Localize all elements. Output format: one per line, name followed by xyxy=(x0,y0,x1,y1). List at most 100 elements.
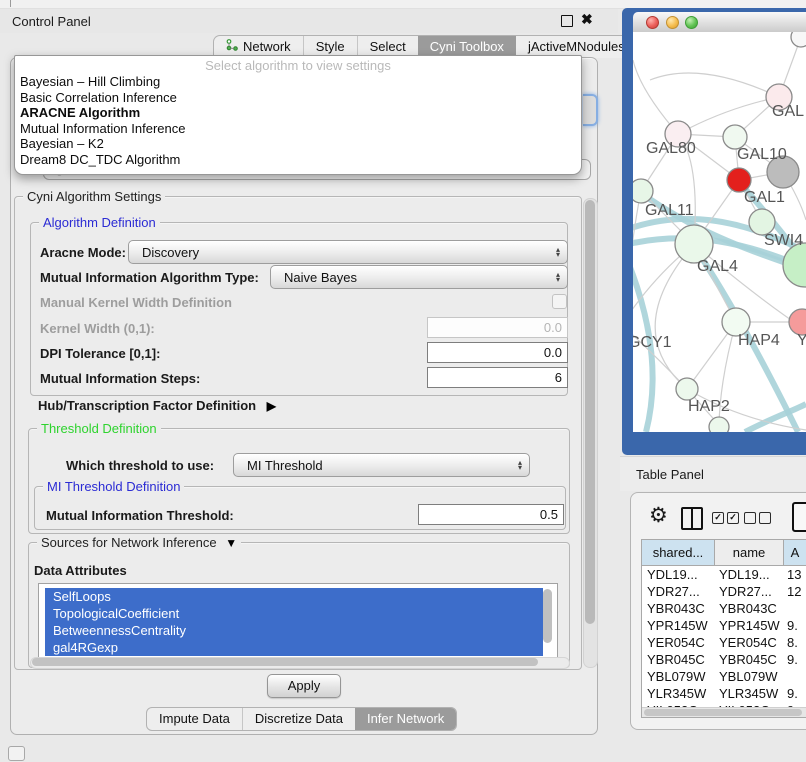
node-label-gal80: GAL80 xyxy=(646,140,696,157)
table-cell: YDR27... xyxy=(642,583,714,600)
dpi-tolerance-label: DPI Tolerance [0,1]: xyxy=(40,346,160,361)
network-node[interactable] xyxy=(791,32,806,47)
algorithm-option-dream8-dc-tdc-algorithm[interactable]: Dream8 DC_TDC Algorithm xyxy=(15,152,581,168)
bottom-tab-impute-data-label: Impute Data xyxy=(159,708,230,730)
unchecked-box-icon xyxy=(744,512,756,524)
table-row[interactable]: YDL19...YDL19...13 xyxy=(642,566,806,583)
sources-title[interactable]: Sources for Network Inference ▼ xyxy=(37,535,241,550)
float-window-icon[interactable] xyxy=(561,15,573,27)
bottom-tab-discretize-data[interactable]: Discretize Data xyxy=(242,708,355,730)
which-threshold-label: Which threshold to use: xyxy=(66,458,214,473)
bottom-tab-impute-data[interactable]: Impute Data xyxy=(147,708,242,730)
table-row[interactable]: YBL079WYBL079W xyxy=(642,668,806,685)
kernel-width-label: Kernel Width (0,1): xyxy=(40,321,155,336)
which-threshold-value: MI Threshold xyxy=(234,458,323,473)
attribute-item-gal4rgexp[interactable]: gal4RGexp xyxy=(45,639,543,656)
network-node-gal11[interactable] xyxy=(633,179,653,203)
node-label-swi4: SWI4 xyxy=(764,232,803,249)
sources-title-text: Sources for Network Inference xyxy=(41,535,217,550)
settings-hscroll-thumb[interactable] xyxy=(32,658,538,666)
network-edge[interactable] xyxy=(650,73,779,97)
table-row[interactable]: YER054CYER054C8. xyxy=(642,634,806,651)
unchecked-box-icon xyxy=(759,512,771,524)
bottom-tab-infer-network-label: Infer Network xyxy=(367,708,444,730)
minimize-traffic-icon[interactable] xyxy=(666,16,679,29)
algorithm-option-bayesian-k2[interactable]: Bayesian – K2 xyxy=(15,136,581,152)
apply-button[interactable]: Apply xyxy=(267,674,341,698)
mi-steps-input[interactable]: 6 xyxy=(427,367,568,388)
network-graph: GALGAL80GAL10GAL1GAL11SWI4GAL4HAP4YGCY1H… xyxy=(633,32,806,432)
algorithm-option-aracne-algorithm[interactable]: ARACNE Algorithm xyxy=(15,105,581,121)
combo-stepper-icon: ▴▾ xyxy=(556,272,567,283)
manual-kernel-checkbox[interactable] xyxy=(552,294,567,309)
select-all-columns-icon[interactable]: ✓ ✓ xyxy=(712,512,739,524)
hub-definition-label[interactable]: Hub/Transcription Factor Definition ▶ xyxy=(38,398,276,413)
table-cell: YBR045C xyxy=(642,651,714,668)
which-threshold-combo[interactable]: MI Threshold ▴▾ xyxy=(233,453,530,477)
network-edges-thick xyxy=(633,182,806,432)
aracne-mode-value: Discovery xyxy=(129,245,199,260)
zoom-traffic-icon[interactable] xyxy=(685,16,698,29)
table-row[interactable]: YBR045CYBR045C9. xyxy=(642,651,806,668)
network-window-titlebar[interactable] xyxy=(633,12,806,33)
table-header-row: shared...nameA xyxy=(642,540,806,566)
table-row[interactable]: YBR043CYBR043C xyxy=(642,600,806,617)
attribute-item-selfloops[interactable]: SelfLoops xyxy=(45,588,543,605)
column-header-name[interactable]: name xyxy=(715,540,784,565)
table-row[interactable]: YDR27...YDR27...12 xyxy=(642,583,806,600)
table-cell: YPR145W xyxy=(642,617,714,634)
settings-scrollbar-thumb[interactable] xyxy=(585,200,595,624)
algorithm-option-basic-correlation-inference[interactable]: Basic Correlation Inference xyxy=(15,90,581,106)
aracne-mode-combo[interactable]: Discovery ▴▾ xyxy=(128,240,568,264)
table-row[interactable]: YPR145WYPR145W9. xyxy=(642,617,806,634)
kernel-width-input[interactable]: 0.0 xyxy=(427,317,568,338)
close-icon[interactable]: ✖ xyxy=(581,11,593,27)
network-node-hap2[interactable] xyxy=(676,378,698,400)
table-hscroll-thumb[interactable] xyxy=(644,709,802,716)
algorithm-combo-focus-fragment[interactable] xyxy=(583,94,598,126)
node-label-gal11: GAL11 xyxy=(645,202,694,219)
control-panel-title: Control Panel xyxy=(0,14,91,29)
page-icon[interactable] xyxy=(792,502,806,532)
network-view-canvas[interactable]: GALGAL80GAL10GAL1GAL11SWI4GAL4HAP4YGCY1H… xyxy=(633,32,806,432)
data-attributes-list[interactable]: SelfLoopsTopologicalCoefficientBetweenne… xyxy=(38,583,558,658)
mi-type-combo[interactable]: Naive Bayes ▴▾ xyxy=(270,265,568,289)
attribute-item-betweennesscentrality[interactable]: BetweennessCentrality xyxy=(45,622,543,639)
table-cell: YER054C xyxy=(714,634,782,651)
table-cell: YBR043C xyxy=(642,600,714,617)
close-traffic-icon[interactable] xyxy=(646,16,659,29)
table-cell: YLR345W xyxy=(642,685,714,702)
column-header-a[interactable]: A xyxy=(784,540,806,565)
network-edge[interactable] xyxy=(655,244,694,389)
checked-box-icon: ✓ xyxy=(727,512,739,524)
network-node[interactable] xyxy=(709,417,729,432)
bottom-tab-discretize-data-label: Discretize Data xyxy=(255,708,343,730)
dock-panel-icon[interactable] xyxy=(8,746,25,761)
deselect-all-columns-icon[interactable] xyxy=(744,512,771,524)
table-row[interactable]: YLR345WYLR345W9. xyxy=(642,685,806,702)
expand-right-icon[interactable]: ▶ xyxy=(267,399,276,413)
table-cell: 9. xyxy=(782,617,806,634)
gear-icon[interactable]: ⚙ xyxy=(649,504,668,528)
collapse-down-icon[interactable]: ▼ xyxy=(225,536,237,550)
table-cell: YBL079W xyxy=(714,668,782,685)
mi-threshold-input[interactable]: 0.5 xyxy=(418,504,564,525)
table-hscroll-track[interactable] xyxy=(642,707,806,718)
attribute-item-topologicalcoefficient[interactable]: TopologicalCoefficient xyxy=(45,605,543,622)
columns-icon[interactable] xyxy=(681,507,703,530)
bottom-tabs: Impute Data Discretize Data Infer Network xyxy=(146,707,457,731)
node-label-gal: GAL xyxy=(772,103,804,120)
node-label-hap4: HAP4 xyxy=(738,332,780,349)
bottom-tab-infer-network[interactable]: Infer Network xyxy=(355,708,456,730)
cyni-settings-title: Cyni Algorithm Settings xyxy=(23,189,165,204)
attributes-scrollbar-thumb[interactable] xyxy=(543,589,552,643)
algorithm-definition-title: Algorithm Definition xyxy=(39,215,160,230)
network-node[interactable] xyxy=(783,243,806,287)
algorithm-option-mutual-information-inference[interactable]: Mutual Information Inference xyxy=(15,121,581,137)
table-cell: YDR27... xyxy=(714,583,782,600)
table-cell: YDL19... xyxy=(714,566,782,583)
table-cell: 13 xyxy=(782,566,806,583)
dpi-tolerance-input[interactable]: 0.0 xyxy=(427,342,568,363)
algorithm-option-bayesian-hill-climbing[interactable]: Bayesian – Hill Climbing xyxy=(15,74,581,90)
column-header-shared[interactable]: shared... xyxy=(642,540,715,565)
